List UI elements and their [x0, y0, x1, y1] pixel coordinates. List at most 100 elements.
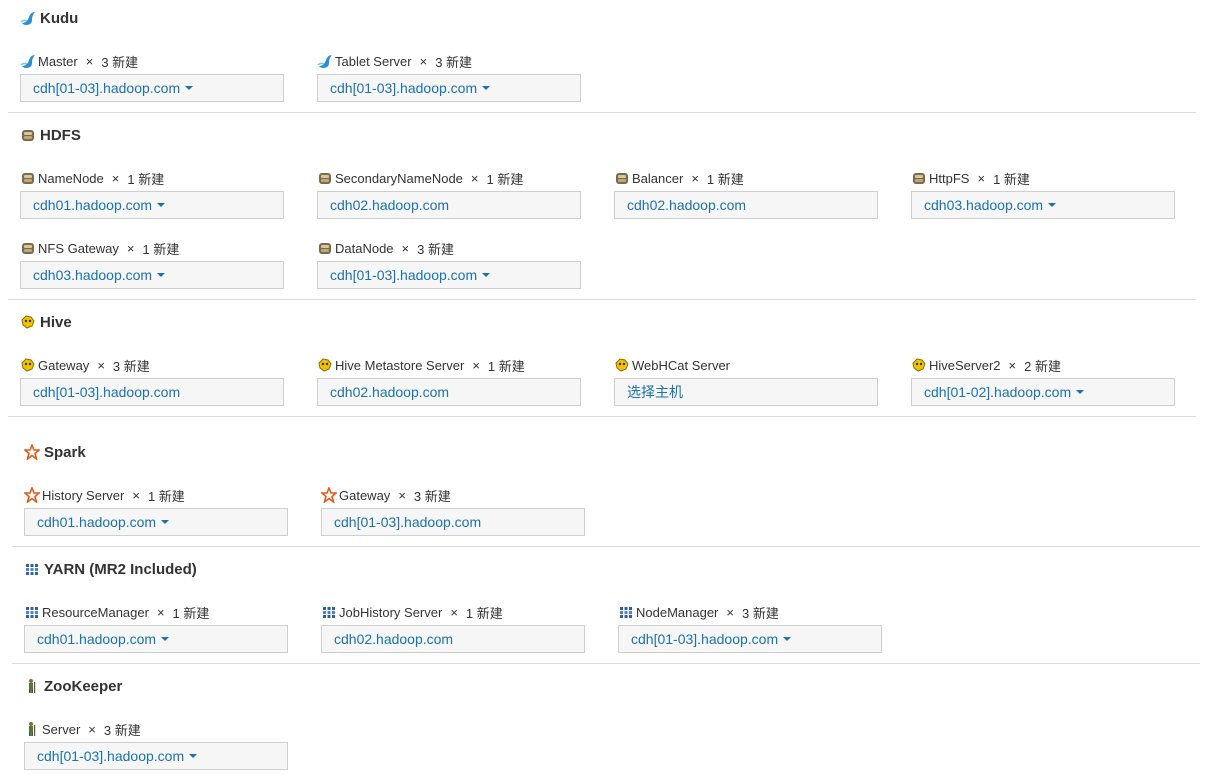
host-selector[interactable]: cdh[01-03].hadoop.com [20, 378, 284, 406]
chevron-down-icon[interactable] [161, 520, 170, 524]
role-label: HttpFS × 1 新建 [911, 169, 1175, 187]
host-selector[interactable]: cdh[01-02].hadoop.com [911, 378, 1175, 406]
role-zookeeper-0: Server × 3 新建 cdh[01-03].hadoop.com [24, 720, 288, 770]
remove-role-button[interactable]: × [420, 54, 428, 69]
host-selector[interactable]: cdh[01-03].hadoop.com [317, 261, 581, 289]
hdfs-icon [20, 127, 36, 143]
chevron-down-icon[interactable] [783, 637, 792, 641]
chevron-down-icon[interactable] [189, 754, 198, 758]
chevron-down-icon[interactable] [482, 86, 491, 90]
chevron-down-icon[interactable] [482, 273, 491, 277]
new-instance-count: 3 新建 [101, 54, 139, 70]
chevron-down-icon[interactable] [1048, 203, 1057, 207]
role-label: Gateway × 3 新建 [321, 486, 585, 504]
hdfs-icon [20, 240, 36, 256]
role-kudu-0: Master × 3 新建 cdh[01-03].hadoop.com [20, 52, 284, 102]
chevron-down-icon[interactable] [161, 637, 170, 641]
remove-role-button[interactable]: × [86, 54, 94, 69]
section-title-kudu: Kudu [40, 9, 79, 27]
remove-role-button[interactable]: × [471, 171, 479, 186]
host-selector[interactable]: cdh[01-03].hadoop.com [317, 74, 581, 102]
host-selector[interactable]: cdh[01-03].hadoop.com [24, 742, 288, 770]
zookeeper-icon [24, 721, 40, 737]
section-header-spark: Spark [24, 442, 86, 462]
remove-role-button[interactable]: × [402, 241, 410, 256]
host-selector-value: cdh[01-03].hadoop.com [37, 748, 185, 764]
new-instance-count: 3 新建 [103, 722, 141, 738]
remove-role-button[interactable]: × [450, 605, 458, 620]
host-selector[interactable]: 选择主机 [614, 378, 878, 406]
new-instance-count: 3 新建 [417, 241, 454, 257]
host-selector[interactable]: cdh01.hadoop.com [20, 191, 284, 219]
hdfs-icon [317, 240, 333, 256]
remove-role-button[interactable]: × [726, 605, 734, 620]
remove-role-button[interactable]: × [157, 605, 165, 620]
hive-icon [317, 357, 333, 373]
host-selector[interactable]: cdh[01-03].hadoop.com [321, 508, 585, 536]
role-spark-1: Gateway × 3 新建 cdh[01-03].hadoop.com [321, 486, 585, 536]
section-header-hdfs: HDFS [20, 125, 81, 145]
new-instance-count: 1 新建 [147, 488, 185, 504]
role-hdfs-5: DataNode × 3 新建 cdh[01-03].hadoop.com [317, 239, 581, 289]
remove-role-button[interactable]: × [472, 358, 480, 373]
remove-role-button[interactable]: × [97, 358, 105, 373]
role-label: JobHistory Server × 1 新建 [321, 603, 585, 621]
role-name: DataNode [335, 240, 394, 256]
role-label: NameNode × 1 新建 [20, 169, 284, 187]
role-name: SecondaryNameNode [335, 170, 463, 186]
chevron-down-icon[interactable] [157, 273, 166, 277]
remove-role-button[interactable]: × [132, 488, 140, 503]
new-instance-count: 1 新建 [465, 605, 503, 621]
role-name: Balancer [632, 170, 684, 186]
remove-role-button[interactable]: × [88, 722, 96, 737]
host-selector-value: 选择主机 [627, 384, 683, 400]
host-selector[interactable]: cdh03.hadoop.com [20, 261, 284, 289]
host-selector[interactable]: cdh02.hadoop.com [321, 625, 585, 653]
role-yarn-1: JobHistory Server × 1 新建 cdh02.hadoop.com [321, 603, 585, 653]
section-title-zookeeper: ZooKeeper [44, 677, 123, 695]
chevron-down-icon[interactable] [157, 203, 166, 207]
host-selector[interactable]: cdh01.hadoop.com [24, 625, 288, 653]
hive-icon [911, 357, 927, 373]
remove-role-button[interactable]: × [127, 241, 135, 256]
hive-icon [20, 314, 36, 330]
host-selector[interactable]: cdh03.hadoop.com [911, 191, 1175, 219]
divider [12, 663, 1200, 664]
role-yarn-2: NodeManager × 3 新建 cdh[01-03].hadoop.com [618, 603, 882, 653]
remove-role-button[interactable]: × [691, 171, 699, 186]
remove-role-button[interactable]: × [1009, 358, 1017, 373]
host-selector-value: cdh01.hadoop.com [37, 514, 157, 530]
section-header-kudu: Kudu [20, 8, 78, 28]
section-title-yarn: YARN (MR2 Included) [44, 560, 197, 578]
remove-role-button[interactable]: × [112, 171, 120, 186]
zookeeper-icon [24, 678, 40, 694]
role-name: History Server [42, 487, 125, 503]
new-instance-count: 1 新建 [172, 605, 210, 621]
chevron-down-icon[interactable] [1076, 390, 1085, 394]
host-selector-value: cdh[01-03].hadoop.com [330, 267, 478, 283]
section-title-hdfs: HDFS [40, 126, 81, 144]
remove-role-button[interactable]: × [398, 488, 406, 503]
host-selector-value: cdh02.hadoop.com [627, 197, 747, 213]
new-instance-count: 3 新建 [112, 358, 150, 374]
role-hdfs-3: HttpFS × 1 新建 cdh03.hadoop.com [911, 169, 1175, 219]
divider [8, 299, 1196, 300]
host-selector[interactable]: cdh01.hadoop.com [24, 508, 288, 536]
remove-role-button[interactable]: × [977, 171, 985, 186]
new-instance-count: 1 新建 [706, 171, 744, 187]
role-name: JobHistory Server [339, 604, 443, 620]
hdfs-icon [317, 170, 333, 186]
role-name: Gateway [38, 357, 90, 373]
divider [8, 112, 1196, 113]
host-selector[interactable]: cdh02.hadoop.com [317, 191, 581, 219]
host-selector[interactable]: cdh02.hadoop.com [317, 378, 581, 406]
role-label: NodeManager × 3 新建 [618, 603, 882, 621]
host-selector[interactable]: cdh02.hadoop.com [614, 191, 878, 219]
yarn-icon [618, 604, 634, 620]
host-selector[interactable]: cdh[01-03].hadoop.com [618, 625, 882, 653]
hive-icon [20, 357, 36, 373]
yarn-icon [24, 604, 40, 620]
chevron-down-icon[interactable] [185, 86, 194, 90]
host-selector[interactable]: cdh[01-03].hadoop.com [20, 74, 284, 102]
role-name: HiveServer2 [929, 357, 1001, 373]
